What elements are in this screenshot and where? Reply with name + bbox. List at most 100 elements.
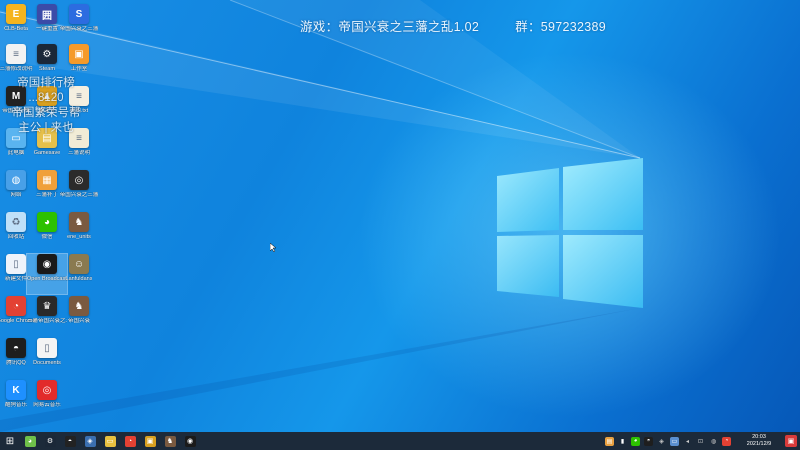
desktop-icon-label: 三藩补丁 <box>35 192 58 198</box>
desktop-icon-label: 帝国兴衰之三藩 <box>59 192 99 198</box>
icon-20-icon: ◉ <box>37 254 57 274</box>
desktop-icon-6[interactable]: ▣ 工作室 <box>59 44 99 84</box>
icon-3-icon: S <box>69 4 89 24</box>
icon-19-icon: ▯ <box>6 254 26 274</box>
clock-date: 2021/12/9 <box>746 441 772 447</box>
desktop-icon-18[interactable]: ♞ ene_units <box>59 212 99 252</box>
desktop-icon-9[interactable]: ≡ 说明.txt <box>59 86 99 126</box>
taskbar-app-4[interactable]: ◈ <box>80 432 100 450</box>
icon-23-icon: ♛ <box>37 296 57 316</box>
taskbar-app-2-icon: ⚙ <box>44 435 56 447</box>
mouse-cursor-icon <box>270 243 276 252</box>
tray-icons: ▤ ▮ ◕ ◓ ◈ ▭ ◂ ⊡ ◍ ◔ <box>603 436 733 446</box>
taskbar-app-1-icon: ◕ <box>24 435 36 447</box>
desktop-icon-28[interactable]: ◎ 网易云音乐 <box>27 380 67 420</box>
taskbar-app-9[interactable]: ◉ <box>180 432 200 450</box>
tray-app-5-icon[interactable]: ◈ <box>657 437 666 446</box>
desktop-icon-label: Lanfuldans <box>65 276 93 282</box>
taskbar-app-2[interactable]: ⚙ <box>40 432 60 450</box>
icon-18-icon: ♞ <box>69 212 89 232</box>
desktop-icon-label: 微信 <box>41 234 53 240</box>
taskbar-pinned-apps: ◕ ⚙ ◓ ◈ ▭ ◔ ▣ ♞ ◉ <box>20 432 200 450</box>
tray-app-4-icon[interactable]: ◓ <box>644 436 653 446</box>
icon-15-icon: ◎ <box>69 170 89 190</box>
icon-14-icon: ▦ <box>37 170 57 190</box>
icon-1-icon: E <box>6 4 26 24</box>
icon-11-icon: ▤ <box>37 128 57 148</box>
icon-26-icon: ▯ <box>37 338 57 358</box>
icon-27-icon: K <box>6 380 26 400</box>
desktop-icon-label: 帝国兴衰之三藩 <box>59 26 99 32</box>
desktop-icon-label: ene_units <box>67 234 91 240</box>
desktop-icon-label: 繁荣号 <box>38 108 56 114</box>
taskbar-app-6[interactable]: ◔ <box>120 432 140 450</box>
desktop-icon-label: 网易云音乐 <box>33 402 61 408</box>
icon-6-icon: ▣ <box>69 44 89 64</box>
desktop-icon-label: 网络 <box>10 192 22 198</box>
desktop-icon-label: 一键重置 <box>35 26 58 32</box>
notification-center-icon[interactable]: ▣ <box>785 435 797 447</box>
system-tray: ▤ ▮ ◕ ◓ ◈ ▭ ◂ ⊡ ◍ ◔ 20:03 2021/12/9 ▣ <box>603 432 800 450</box>
tray-app-9-icon[interactable]: ◍ <box>709 437 718 446</box>
tray-app-10-icon[interactable]: ◔ <box>722 436 731 446</box>
desktop-icon-label: 帝国兴衰 <box>67 318 90 324</box>
clock-time: 20:03 <box>752 434 766 440</box>
taskbar-app-5-icon: ▭ <box>104 435 116 447</box>
icon-8-icon: ▲ <box>37 86 57 106</box>
tray-app-7-icon[interactable]: ◂ <box>683 437 692 446</box>
icon-28-icon: ◎ <box>37 380 57 400</box>
taskbar-app-8[interactable]: ♞ <box>160 432 180 450</box>
desktop-icon-label: 此电脑 <box>7 150 25 156</box>
overlay-game-title: 游戏：帝国兴衰之三藩之乱1.02 <box>300 20 480 34</box>
desktop-icon-label: Gamesave <box>33 150 61 156</box>
icon-5-icon: ⚙ <box>37 44 57 64</box>
desktop-icon-3[interactable]: S 帝国兴衰之三藩 <box>59 4 99 44</box>
icon-24-icon: ♞ <box>69 296 89 316</box>
stream-overlay-title: 游戏：帝国兴衰之三藩之乱1.02 群：597232389 <box>300 16 642 35</box>
icon-22-icon: ◔ <box>6 296 26 316</box>
desktop-icon-label: 酷狗音乐 <box>4 402 27 408</box>
icon-16-icon: ♻ <box>6 212 26 232</box>
tray-app-1-icon[interactable]: ▤ <box>605 436 614 446</box>
icon-2-icon: 囲 <box>37 4 57 24</box>
taskbar-app-7[interactable]: ▣ <box>140 432 160 450</box>
taskbar-app-5[interactable]: ▭ <box>100 432 120 450</box>
desktop[interactable]: 游戏：帝国兴衰之三藩之乱1.02 群：597232389 E CLB-Beta 囲一键… <box>0 0 800 432</box>
tray-app-6-icon[interactable]: ▭ <box>670 436 679 446</box>
start-button[interactable]: ⊞ <box>0 432 20 450</box>
tray-app-8-icon[interactable]: ⊡ <box>696 437 705 446</box>
windows-logo <box>497 158 643 308</box>
wallpaper-light-beams <box>0 0 641 432</box>
desktop-icon-label: 说明.txt <box>69 108 89 114</box>
desktop-icon-21[interactable]: ☺ Lanfuldans <box>59 254 99 294</box>
taskbar-app-1[interactable]: ◕ <box>20 432 40 450</box>
overlay-group-number: 群：597232389 <box>515 20 607 34</box>
desktop-icon-label: CLB-Beta <box>4 26 28 32</box>
desktop-icon-label: 工作室 <box>70 66 88 72</box>
icon-21-icon: ☺ <box>69 254 89 274</box>
taskbar-app-4-icon: ◈ <box>84 435 96 447</box>
taskbar-clock[interactable]: 20:03 2021/12/9 <box>737 434 781 448</box>
tray-app-3-icon[interactable]: ◕ <box>631 436 640 446</box>
desktop-icon-label: Steam <box>39 66 55 72</box>
icon-4-icon: ≡ <box>6 44 26 64</box>
desktop-icon-label: 新建文件 <box>4 276 27 282</box>
windows-start-icon: ⊞ <box>5 435 15 447</box>
taskbar-app-6-icon: ◔ <box>124 435 136 447</box>
taskbar-app-7-icon: ▣ <box>144 435 156 447</box>
desktop-icon-label: 腾讯QQ <box>6 360 26 366</box>
desktop-icon-15[interactable]: ◎ 帝国兴衰之三藩 <box>59 170 99 210</box>
taskbar-app-3-icon: ◓ <box>64 435 76 447</box>
icon-7-icon: M <box>6 86 26 106</box>
icon-10-icon: ▭ <box>6 128 26 148</box>
desktop-icon-24[interactable]: ♞ 帝国兴衰 <box>59 296 99 336</box>
icon-25-icon: ◓ <box>6 338 26 358</box>
taskbar-app-9-icon: ◉ <box>184 435 196 447</box>
taskbar-app-3[interactable]: ◓ <box>60 432 80 450</box>
tray-app-2-icon[interactable]: ▮ <box>618 437 627 446</box>
desktop-icon-label: 三藩说明 <box>67 150 90 156</box>
desktop-icon-26[interactable]: ▯ Documents <box>27 338 67 378</box>
desktop-icon-label: Documents <box>33 360 61 366</box>
desktop-icon-12[interactable]: ≡ 三藩说明 <box>59 128 99 168</box>
icon-13-icon: ◍ <box>6 170 26 190</box>
